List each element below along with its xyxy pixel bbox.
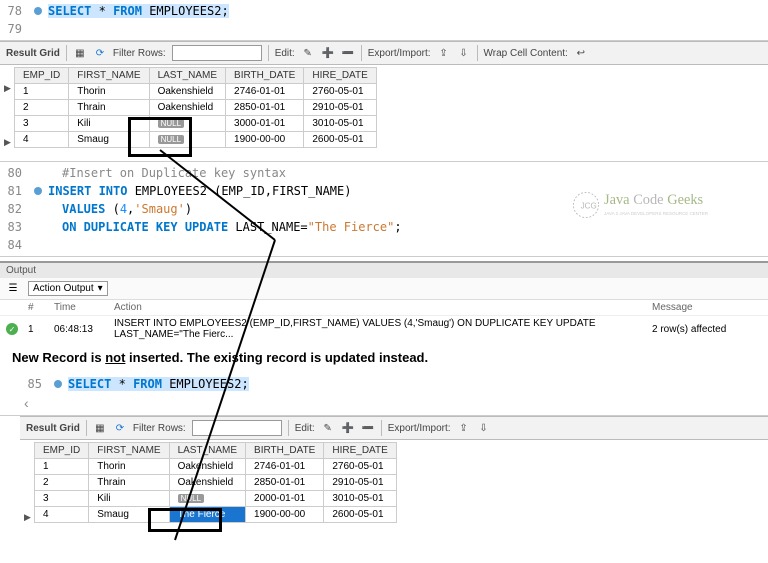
col-firstname[interactable]: FIRST_NAME — [89, 443, 169, 459]
line-79[interactable]: 79 — [0, 20, 768, 38]
col-num: # — [28, 302, 44, 313]
output-row[interactable]: ✓ 1 06:48:13 INSERT INTO EMPLOYEES2 (EMP… — [0, 316, 768, 342]
table-header-row: EMP_ID FIRST_NAME LAST_NAME BIRTH_DATE H… — [35, 443, 397, 459]
javacodegeeks-logo: JCG Java Code Geeks JAVA 2 JAVA DEVELOPE… — [568, 180, 748, 230]
line-84[interactable]: 84 — [0, 236, 768, 254]
export-icon[interactable]: ⇪ — [457, 421, 471, 435]
code-text[interactable]: SELECT * FROM EMPLOYEES2; — [68, 377, 249, 391]
code-text[interactable]: ON DUPLICATE KEY UPDATE LAST_NAME="The F… — [48, 220, 402, 234]
col-action: Action — [114, 302, 642, 313]
table-row[interactable]: 4SmaugThe Fierce1900-00-002600-05-01 — [35, 507, 397, 523]
row-pointer-icon: ▶ — [4, 83, 11, 94]
col-time: Time — [54, 302, 104, 313]
svg-text:JCG: JCG — [581, 202, 597, 211]
filter-label: Filter Rows: — [133, 423, 186, 434]
table-header-row: EMP_ID FIRST_NAME LAST_NAME BIRTH_DATE H… — [15, 68, 377, 84]
import-icon[interactable]: ⇩ — [457, 46, 471, 60]
updated-cell[interactable]: The Fierce — [169, 507, 245, 523]
output-action: INSERT INTO EMPLOYEES2 (EMP_ID,FIRST_NAM… — [114, 318, 642, 340]
table-row[interactable]: 2ThrainOakenshield2850-01-012910-05-01 — [35, 475, 397, 491]
output-time: 06:48:13 — [54, 324, 104, 335]
filter-label: Filter Rows: — [113, 48, 166, 59]
code-comment[interactable]: #Insert on Duplicate key syntax — [48, 166, 286, 180]
table-row[interactable]: 2ThrainOakenshield2850-01-012910-05-01 — [15, 100, 377, 116]
code-text[interactable]: INSERT INTO EMPLOYEES2 (EMP_ID,FIRST_NAM… — [48, 184, 351, 198]
null-badge: NULL — [158, 135, 184, 144]
svg-text:JAVA 2 JAVA DEVELOPERS RESOURC: JAVA 2 JAVA DEVELOPERS RESOURCE CENTER — [604, 211, 709, 216]
col-lastname[interactable]: LAST_NAME — [169, 443, 245, 459]
output-mode-dropdown[interactable]: Action Output ▾ — [28, 281, 108, 296]
output-title: Output — [0, 263, 768, 278]
output-message: 2 row(s) affected — [652, 324, 762, 335]
add-row-icon[interactable]: ➕ — [341, 421, 355, 435]
col-hiredate[interactable]: HIRE_DATE — [304, 68, 376, 84]
table-row[interactable]: 1ThorinOakenshield2746-01-012760-05-01 — [35, 459, 397, 475]
refresh-icon[interactable]: ⟳ — [93, 46, 107, 60]
null-badge: NULL — [158, 119, 184, 128]
result-toolbar-bottom: Result Grid ▦ ⟳ Filter Rows: Edit: ✎ ➕ ➖… — [20, 416, 768, 440]
wrap-icon[interactable]: ↩ — [574, 46, 588, 60]
line-78[interactable]: 78 SELECT * FROM EMPLOYEES2; — [0, 2, 768, 20]
row-pointer-icon: ▶ — [24, 512, 31, 523]
col-firstname[interactable]: FIRST_NAME — [69, 68, 149, 84]
export-icon[interactable]: ⇪ — [437, 46, 451, 60]
code-text[interactable]: VALUES (4,'Smaug') — [48, 202, 192, 216]
grid-icon[interactable]: ▦ — [93, 421, 107, 435]
result-toolbar-top: Result Grid ▦ ⟳ Filter Rows: Edit: ✎ ➕ ➖… — [0, 41, 768, 65]
result-table[interactable]: EMP_ID FIRST_NAME LAST_NAME BIRTH_DATE H… — [14, 67, 377, 148]
line-number: 79 — [0, 22, 30, 36]
result-table[interactable]: EMP_ID FIRST_NAME LAST_NAME BIRTH_DATE H… — [34, 442, 397, 523]
col-birthdate[interactable]: BIRTH_DATE — [226, 68, 304, 84]
line-85[interactable]: 85 SELECT * FROM EMPLOYEES2; — [20, 375, 768, 393]
breakpoint-dot[interactable] — [34, 187, 42, 195]
col-birthdate[interactable]: BIRTH_DATE — [246, 443, 324, 459]
breakpoint-dot[interactable] — [34, 7, 42, 15]
expimp-label: Export/Import: — [388, 423, 451, 434]
edit-label: Edit: — [295, 423, 315, 434]
status-ok-icon: ✓ — [6, 323, 18, 335]
table-row[interactable]: 4SmaugNULL1900-00-002600-05-01 — [15, 132, 377, 148]
result-grid-label: Result Grid — [26, 423, 80, 434]
chevron-down-icon: ▾ — [98, 283, 103, 294]
col-message: Message — [652, 302, 762, 313]
output-panel: Output ☰ Action Output ▾ # Time Action M… — [0, 261, 768, 342]
output-rownum: 1 — [28, 324, 44, 335]
collapse-marker[interactable]: ‹ — [20, 393, 768, 413]
wrap-label: Wrap Cell Content: — [484, 48, 568, 59]
col-hiredate[interactable]: HIRE_DATE — [324, 443, 396, 459]
filter-input[interactable] — [172, 45, 262, 61]
breakpoint-dot[interactable] — [54, 380, 62, 388]
delete-row-icon[interactable]: ➖ — [341, 46, 355, 60]
null-badge: NULL — [178, 494, 204, 503]
edit-icon[interactable]: ✎ — [321, 421, 335, 435]
table-row[interactable]: 3KiliNULL3000-01-013010-05-01 — [15, 116, 377, 132]
edit-label: Edit: — [275, 48, 295, 59]
expimp-label: Export/Import: — [368, 48, 431, 59]
sql-editor-bottom[interactable]: 85 SELECT * FROM EMPLOYEES2; ‹ — [0, 373, 768, 416]
row-pointer-icon: ▶ — [4, 137, 11, 148]
svg-text:Java Code Geeks: Java Code Geeks — [604, 192, 704, 208]
filter-input[interactable] — [192, 420, 282, 436]
add-row-icon[interactable]: ➕ — [321, 46, 335, 60]
import-icon[interactable]: ⇩ — [477, 421, 491, 435]
col-empid[interactable]: EMP_ID — [15, 68, 69, 84]
refresh-icon[interactable]: ⟳ — [113, 421, 127, 435]
sql-editor-top[interactable]: 78 SELECT * FROM EMPLOYEES2; 79 — [0, 0, 768, 41]
grid-icon[interactable]: ▦ — [73, 46, 87, 60]
result-grid-label: Result Grid — [6, 48, 60, 59]
edit-icon[interactable]: ✎ — [301, 46, 315, 60]
result-grid-top: ▶ ▶ EMP_ID FIRST_NAME LAST_NAME BIRTH_DA… — [0, 65, 768, 161]
col-lastname[interactable]: LAST_NAME — [149, 68, 225, 84]
col-empid[interactable]: EMP_ID — [35, 443, 89, 459]
code-text[interactable]: SELECT * FROM EMPLOYEES2; — [48, 4, 229, 18]
output-mode-icon[interactable]: ☰ — [6, 282, 20, 296]
table-row[interactable]: 3KiliNULL2000-01-013010-05-01 — [35, 491, 397, 507]
result-grid-bottom: ▶ EMP_ID FIRST_NAME LAST_NAME BIRTH_DATE… — [20, 440, 768, 536]
annotation-text: New Record is not inserted. The existing… — [0, 342, 768, 373]
delete-row-icon[interactable]: ➖ — [361, 421, 375, 435]
table-row[interactable]: 1ThorinOakenshield2746-01-012760-05-01 — [15, 84, 377, 100]
line-number: 78 — [0, 4, 30, 18]
